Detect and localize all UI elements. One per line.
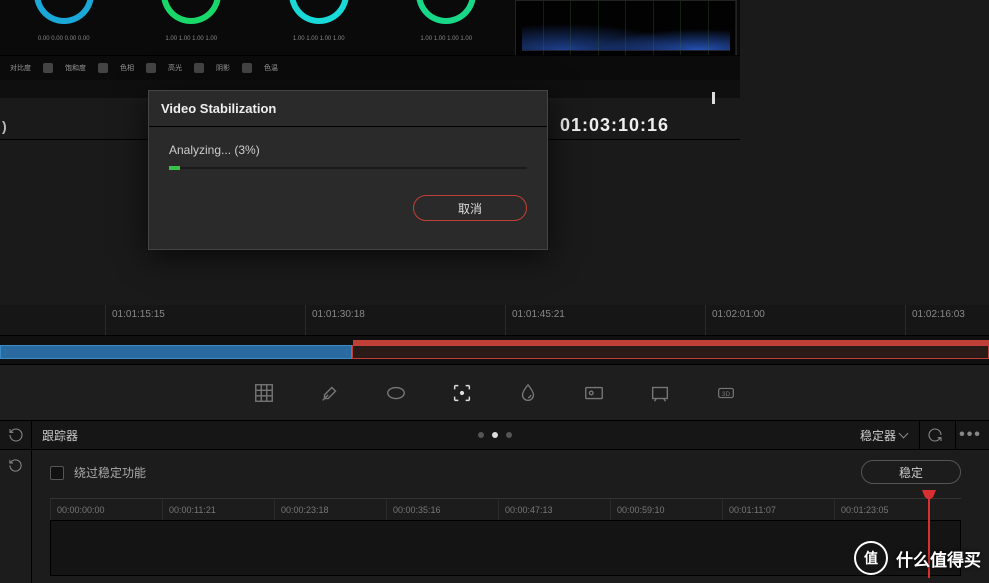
more-menu-icon[interactable]: ••• [955,420,985,450]
history-back-icon[interactable] [0,420,32,450]
progress-fill [169,166,180,170]
cancel-button[interactable]: 取消 [413,195,527,221]
kf-tick: 00:00:00:00 [50,499,105,521]
adj-saturation[interactable]: 饱和度 [65,63,86,73]
in-point-marker[interactable] [712,92,715,104]
progress-bar [169,167,527,169]
bypass-label: 绕过稳定功能 [74,464,146,481]
kf-tick: 00:00:23:18 [274,499,329,521]
keyframe-ruler[interactable]: 00:00:00:00 00:00:11:21 00:00:23:18 00:0… [50,498,961,520]
ruler-tick: 01:02:01:00 [705,305,765,335]
page-dot-active[interactable] [492,432,498,438]
tracker-icon[interactable] [448,379,476,407]
page-dot[interactable] [506,432,512,438]
offset-readout: 1.00 1.00 1.00 1.00 [383,34,511,54]
clip-segment-b[interactable] [352,345,989,359]
stabilizer-side-tools [0,450,32,583]
watermark: 值 什么值得买 [854,541,981,575]
gamma-readout: 1.00 1.00 1.00 1.00 [128,34,256,54]
mode-dropdown[interactable]: 稳定器 [854,427,913,444]
key-icon[interactable] [580,379,608,407]
side-history-icon[interactable] [0,450,31,480]
dialog-title: Video Stabilization [149,91,547,127]
adj-shadow[interactable]: 阴影 [216,63,230,73]
eyedropper-icon[interactable] [316,379,344,407]
tracker-panel-header: 跟踪器 稳定器 ••• [0,420,989,450]
watermark-text: 什么值得买 [896,546,981,571]
kf-tick: 00:01:11:07 [722,499,776,521]
grid-icon[interactable] [250,379,278,407]
stabilization-dialog: Video Stabilization Analyzing... (3%) 取消 [148,90,548,250]
reset-icon[interactable] [919,420,949,450]
center-palette: 3D [0,365,989,420]
sizing-icon[interactable] [646,379,674,407]
ruler-tick: 01:01:30:18 [305,305,365,335]
3d-icon[interactable]: 3D [712,379,740,407]
adj-hue[interactable]: 色相 [120,63,134,73]
ruler-tick: 01:01:15:15 [105,305,165,335]
watermark-badge: 值 [854,541,888,575]
adj-contrast[interactable]: 对比度 [10,63,31,73]
color-wheel-panel: 0.00 0.00 0.00 0.00 1.00 1.00 1.00 1.00 … [0,0,740,80]
ruler-tick: 01:02:16:03 [905,305,965,335]
bypass-checkbox[interactable] [50,466,64,480]
blur-icon[interactable] [514,379,542,407]
timecode-display[interactable]: 01:03:10:16 [560,115,669,136]
adj-temp[interactable]: 色温 [264,63,278,73]
top-right-spacer [740,0,989,140]
stabilize-button[interactable]: 稳定 [861,460,961,484]
page-indicator[interactable] [478,432,512,438]
ruler-tick: 01:01:45:21 [505,305,565,335]
mode-label: 稳定器 [860,427,896,444]
keyframe-track[interactable] [50,520,961,576]
video-scope [515,0,737,56]
kf-tick: 00:00:59:10 [610,499,665,521]
page-dot[interactable] [478,432,484,438]
chevron-down-icon [900,428,907,442]
svg-text:3D: 3D [721,390,730,397]
lift-readout: 0.00 0.00 0.00 0.00 [0,34,128,54]
window-icon[interactable] [382,379,410,407]
clip-segment-a[interactable] [0,345,352,359]
dialog-status-text: Analyzing... (3%) [169,143,527,157]
kf-tick: 00:00:47:13 [498,499,553,521]
gain-readout: 1.00 1.00 1.00 1.00 [255,34,383,54]
thumbnail-timeline-ruler[interactable]: 01:01:15:15 01:01:30:18 01:01:45:21 01:0… [0,305,989,335]
kf-tick: 00:01:23:05 [834,499,889,521]
adj-highlight[interactable]: 高光 [168,63,182,73]
adjustment-strip: 对比度 饱和度 色相 高光 阴影 色温 [0,55,740,80]
kf-tick: 00:00:35:16 [386,499,441,521]
panel-title: 跟踪器 [32,427,88,444]
stabilizer-content: 绕过稳定功能 稳定 00:00:00:00 00:00:11:21 00:00:… [32,450,989,583]
viewer-title-suffix: ) [2,118,7,134]
kf-tick: 00:00:11:21 [162,499,216,521]
